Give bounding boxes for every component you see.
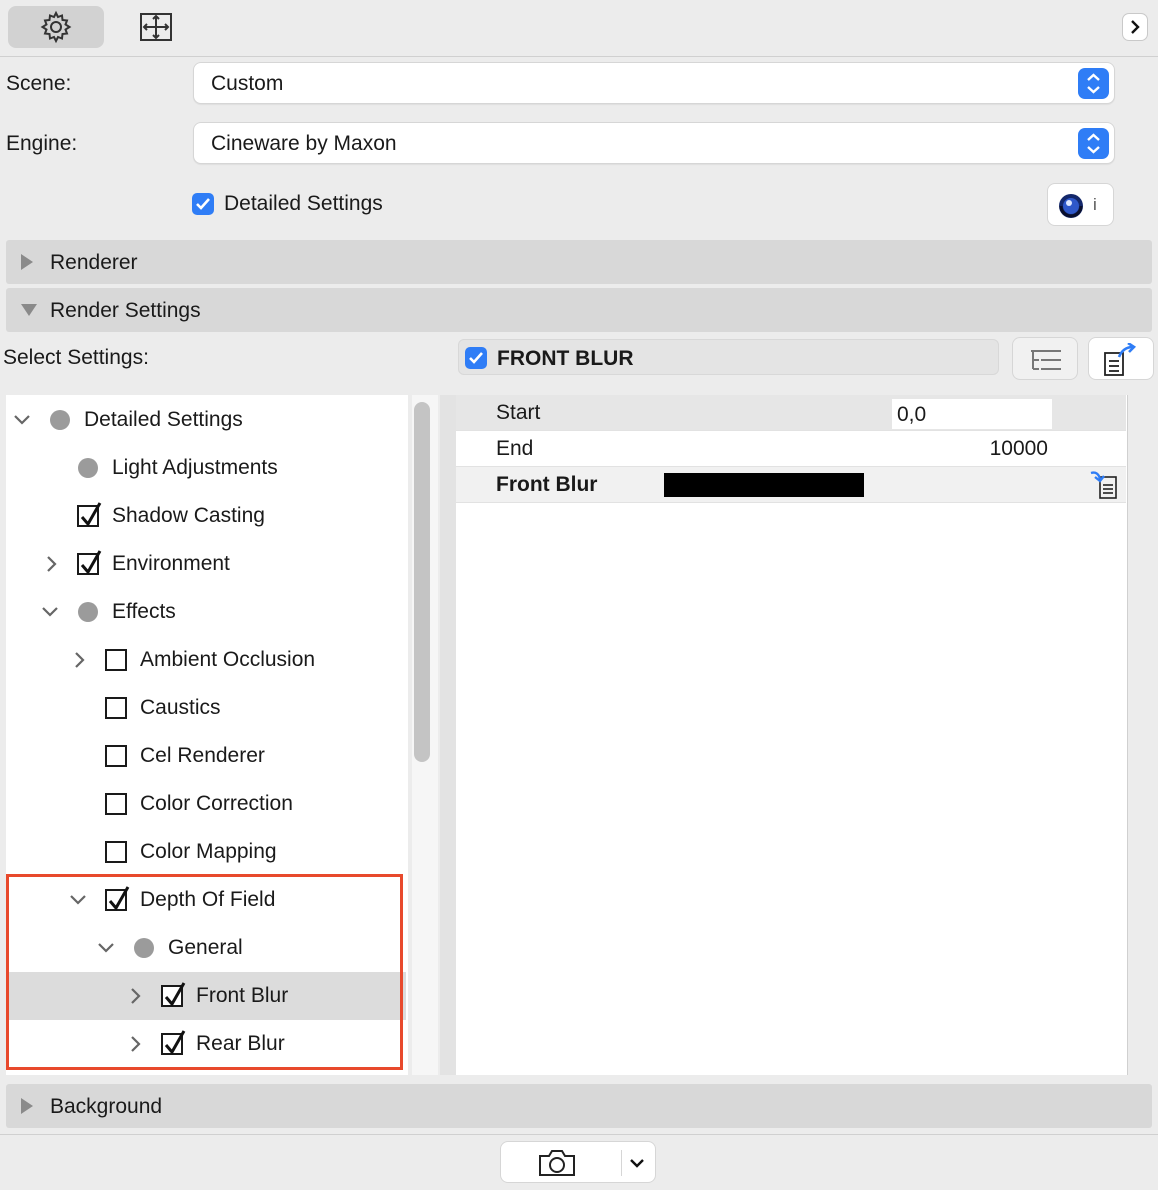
scene-value: Custom — [211, 72, 284, 95]
button-divider — [621, 1150, 622, 1176]
tree-item-ambient-occlusion[interactable]: Ambient Occlusion — [6, 636, 406, 684]
tree-item-light-adjustments[interactable]: Light Adjustments — [6, 444, 406, 492]
settings-list-button[interactable] — [1012, 337, 1078, 380]
checkbox-checked-icon[interactable] — [77, 502, 102, 527]
chevron-down-icon[interactable] — [629, 1156, 645, 1170]
info-icon: i — [1093, 195, 1097, 214]
tree-scrollbar-thumb[interactable] — [414, 402, 430, 762]
checkmark-icon — [465, 347, 487, 369]
detailed-settings-label: Detailed Settings — [224, 192, 383, 215]
tree-item-caustics[interactable]: Caustics — [6, 684, 406, 732]
property-row-end: End 10000 — [456, 431, 1126, 467]
tree-item-color-correction[interactable]: Color Correction — [6, 780, 406, 828]
top-toolbar — [0, 0, 1158, 57]
engine-label: Engine: — [6, 132, 78, 155]
tree-item-color-mapping[interactable]: Color Mapping — [6, 828, 406, 876]
chevron-down-icon — [14, 415, 30, 425]
tree-item-label: Cel Renderer — [140, 744, 265, 767]
settings-tab[interactable] — [8, 6, 104, 48]
selected-setting-name: FRONT BLUR — [497, 347, 634, 370]
tree-item-label: Detailed Settings — [84, 408, 243, 431]
section-render-settings-label: Render Settings — [50, 299, 201, 322]
tree-item-label: Color Mapping — [140, 840, 277, 863]
cinema4d-icon — [1059, 194, 1083, 218]
export-settings-button[interactable] — [1088, 337, 1154, 380]
popup-stepper-icon — [1078, 128, 1109, 159]
checkbox-unchecked-icon[interactable] — [105, 649, 127, 671]
chevron-right-icon — [1131, 20, 1140, 34]
section-renderer-label: Renderer — [50, 251, 138, 274]
tree-item-detailed-settings[interactable]: Detailed Settings — [6, 396, 406, 444]
camera-icon — [539, 1150, 575, 1176]
tree-item-label: Caustics — [140, 696, 221, 719]
tree-item-environment[interactable]: Environment — [6, 540, 406, 588]
collapse-panel-button[interactable] — [1122, 13, 1148, 41]
scene-popup[interactable]: Custom — [193, 62, 1115, 104]
tree-item-label: Ambient Occlusion — [140, 648, 316, 671]
scene-label: Scene: — [6, 72, 72, 95]
engine-value: Cineware by Maxon — [211, 132, 397, 155]
size-icon — [140, 13, 172, 41]
front-blur-color-swatch[interactable] — [664, 473, 864, 497]
property-row-front-blur: Front Blur — [456, 467, 1126, 503]
checkbox-unchecked-icon[interactable] — [105, 841, 127, 863]
tree-item-cel-renderer[interactable]: Cel Renderer — [6, 732, 406, 780]
size-tab[interactable] — [108, 6, 204, 48]
list-tree-icon — [1031, 350, 1061, 370]
chevron-right-icon — [75, 652, 85, 668]
end-value[interactable]: 10000 — [990, 437, 1048, 461]
tree-item-label: Color Correction — [140, 792, 293, 815]
gear-icon — [40, 10, 72, 44]
section-background-label: Background — [50, 1095, 163, 1118]
checkbox-unchecked-icon[interactable] — [105, 793, 127, 815]
disclosure-down-icon — [21, 304, 37, 316]
property-label: Front Blur — [496, 473, 598, 496]
highlight-box — [6, 874, 403, 1070]
section-render-settings[interactable]: Render Settings — [6, 288, 1152, 332]
tree-item-label: Environment — [112, 552, 230, 575]
checkbox-checked-icon[interactable] — [77, 550, 102, 575]
select-settings-label: Select Settings: — [3, 346, 149, 369]
property-label: End — [496, 437, 534, 460]
chevron-right-icon — [47, 556, 57, 572]
chevron-down-icon — [42, 607, 58, 617]
section-renderer[interactable]: Renderer — [6, 240, 1152, 284]
section-background[interactable]: Background — [6, 1084, 1152, 1128]
detailed-settings-checkbox[interactable] — [192, 193, 214, 216]
engine-info-button[interactable]: i — [1047, 183, 1114, 226]
tree-item-label: Shadow Casting — [112, 504, 265, 527]
property-label: Start — [496, 401, 541, 424]
popup-stepper-icon — [1078, 68, 1109, 99]
start-input[interactable]: 0,0 — [892, 399, 1052, 429]
checkmark-icon — [192, 193, 214, 215]
status-dot-icon — [78, 458, 98, 478]
disclosure-right-icon — [21, 1098, 33, 1114]
tree-item-effects[interactable]: Effects — [6, 588, 406, 636]
export-document-icon — [1104, 343, 1137, 376]
status-dot-icon — [50, 410, 70, 430]
split-divider[interactable] — [440, 395, 456, 1075]
engine-popup[interactable]: Cineware by Maxon — [193, 122, 1115, 164]
tree-item-shadow-casting[interactable]: Shadow Casting — [6, 492, 406, 540]
tree-item-label: Effects — [112, 600, 176, 623]
checkbox-unchecked-icon[interactable] — [105, 745, 127, 767]
selected-setting-field[interactable]: FRONT BLUR — [458, 339, 999, 375]
status-dot-icon — [78, 602, 98, 622]
disclosure-right-icon — [21, 254, 33, 270]
render-button[interactable] — [500, 1141, 656, 1183]
checkbox-unchecked-icon[interactable] — [105, 697, 127, 719]
tree-item-label: Light Adjustments — [112, 456, 278, 479]
property-row-start: Start 0,0 — [456, 395, 1126, 431]
import-document-icon[interactable] — [1088, 469, 1120, 501]
properties-panel: Start 0,0 End 10000 Front Blur — [456, 395, 1128, 1075]
